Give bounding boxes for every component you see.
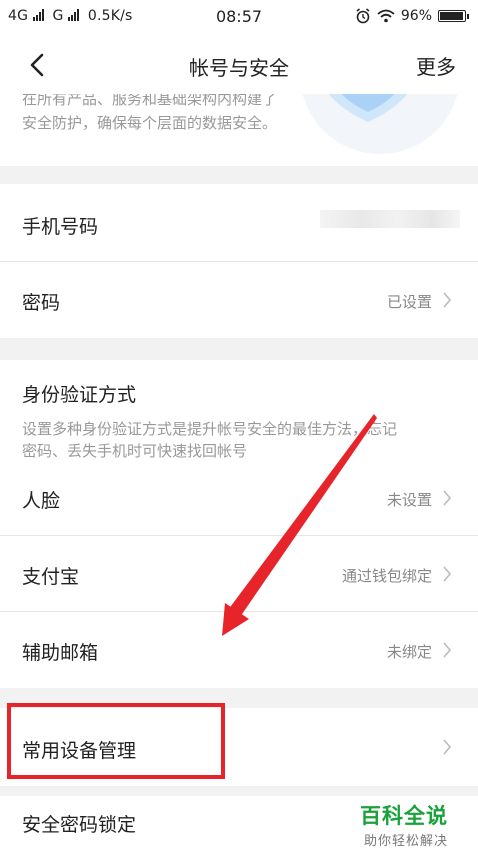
shield-icon xyxy=(328,94,408,122)
highlight-box xyxy=(7,703,225,779)
status-bar: 4G G 0.5K/s 08:57 96% xyxy=(0,0,478,36)
section-separator xyxy=(0,786,478,796)
section-separator xyxy=(0,166,478,184)
battery-percent: 96% xyxy=(400,8,432,24)
watermark-subtitle: 助你轻松解决 xyxy=(364,834,449,849)
backup-email-label: 辅助邮箱 xyxy=(22,642,99,664)
alarm-icon xyxy=(356,8,370,24)
phone-number-row[interactable]: 手机号码 xyxy=(0,184,478,262)
security-lock-label: 安全密码锁定 xyxy=(22,814,137,836)
password-row[interactable]: 密码 已设置 xyxy=(0,262,478,338)
chevron-right-icon xyxy=(443,490,452,506)
face-verification-row[interactable]: 人脸 未设置 xyxy=(0,460,478,536)
section-description: 密码、丢失手机时可快速找回帐号 xyxy=(22,442,248,460)
watermark-title: 百科全说 xyxy=(360,804,448,828)
intro-text: 安全防护，确保每个层面的数据安全。 xyxy=(22,114,278,132)
nav-bar: 帐号与安全 更多 xyxy=(0,36,478,94)
phone-number-label: 手机号码 xyxy=(22,216,99,238)
chevron-right-icon xyxy=(443,642,452,658)
wifi-icon xyxy=(377,9,395,23)
chevron-right-icon xyxy=(443,566,452,582)
face-status: 未设置 xyxy=(386,491,432,509)
phone-number-value-blurred xyxy=(320,210,460,228)
section-heading: 身份验证方式 xyxy=(22,384,137,406)
battery-icon xyxy=(438,10,469,22)
identity-verification-header: 身份验证方式 设置多种身份验证方式是提升帐号安全的最佳方法，忘记 密码、丢失手机… xyxy=(0,360,478,460)
backup-email-status: 未绑定 xyxy=(386,643,432,661)
security-intro: 在所有产品、服务和基础架构内构建了 安全防护，确保每个层面的数据安全。 xyxy=(0,94,478,166)
chevron-right-icon xyxy=(443,292,452,308)
watermark-logo: 百科全说 助你轻松解决 xyxy=(358,800,470,856)
alipay-status: 通过钱包绑定 xyxy=(341,567,432,585)
page-title: 帐号与安全 xyxy=(189,56,289,80)
status-icons: 96% xyxy=(355,8,469,24)
alipay-label: 支付宝 xyxy=(22,566,80,588)
section-description: 设置多种身份验证方式是提升帐号安全的最佳方法，忘记 xyxy=(22,420,398,438)
face-label: 人脸 xyxy=(22,490,61,512)
password-status: 已设置 xyxy=(386,293,432,311)
password-label: 密码 xyxy=(22,292,61,314)
alipay-row[interactable]: 支付宝 通过钱包绑定 xyxy=(0,536,478,612)
more-button[interactable]: 更多 xyxy=(416,51,456,80)
section-separator xyxy=(0,338,478,360)
intro-text: 在所有产品、服务和基础架构内构建了 xyxy=(22,94,278,108)
chevron-right-icon xyxy=(443,739,452,755)
backup-email-row[interactable]: 辅助邮箱 未绑定 xyxy=(0,612,478,688)
